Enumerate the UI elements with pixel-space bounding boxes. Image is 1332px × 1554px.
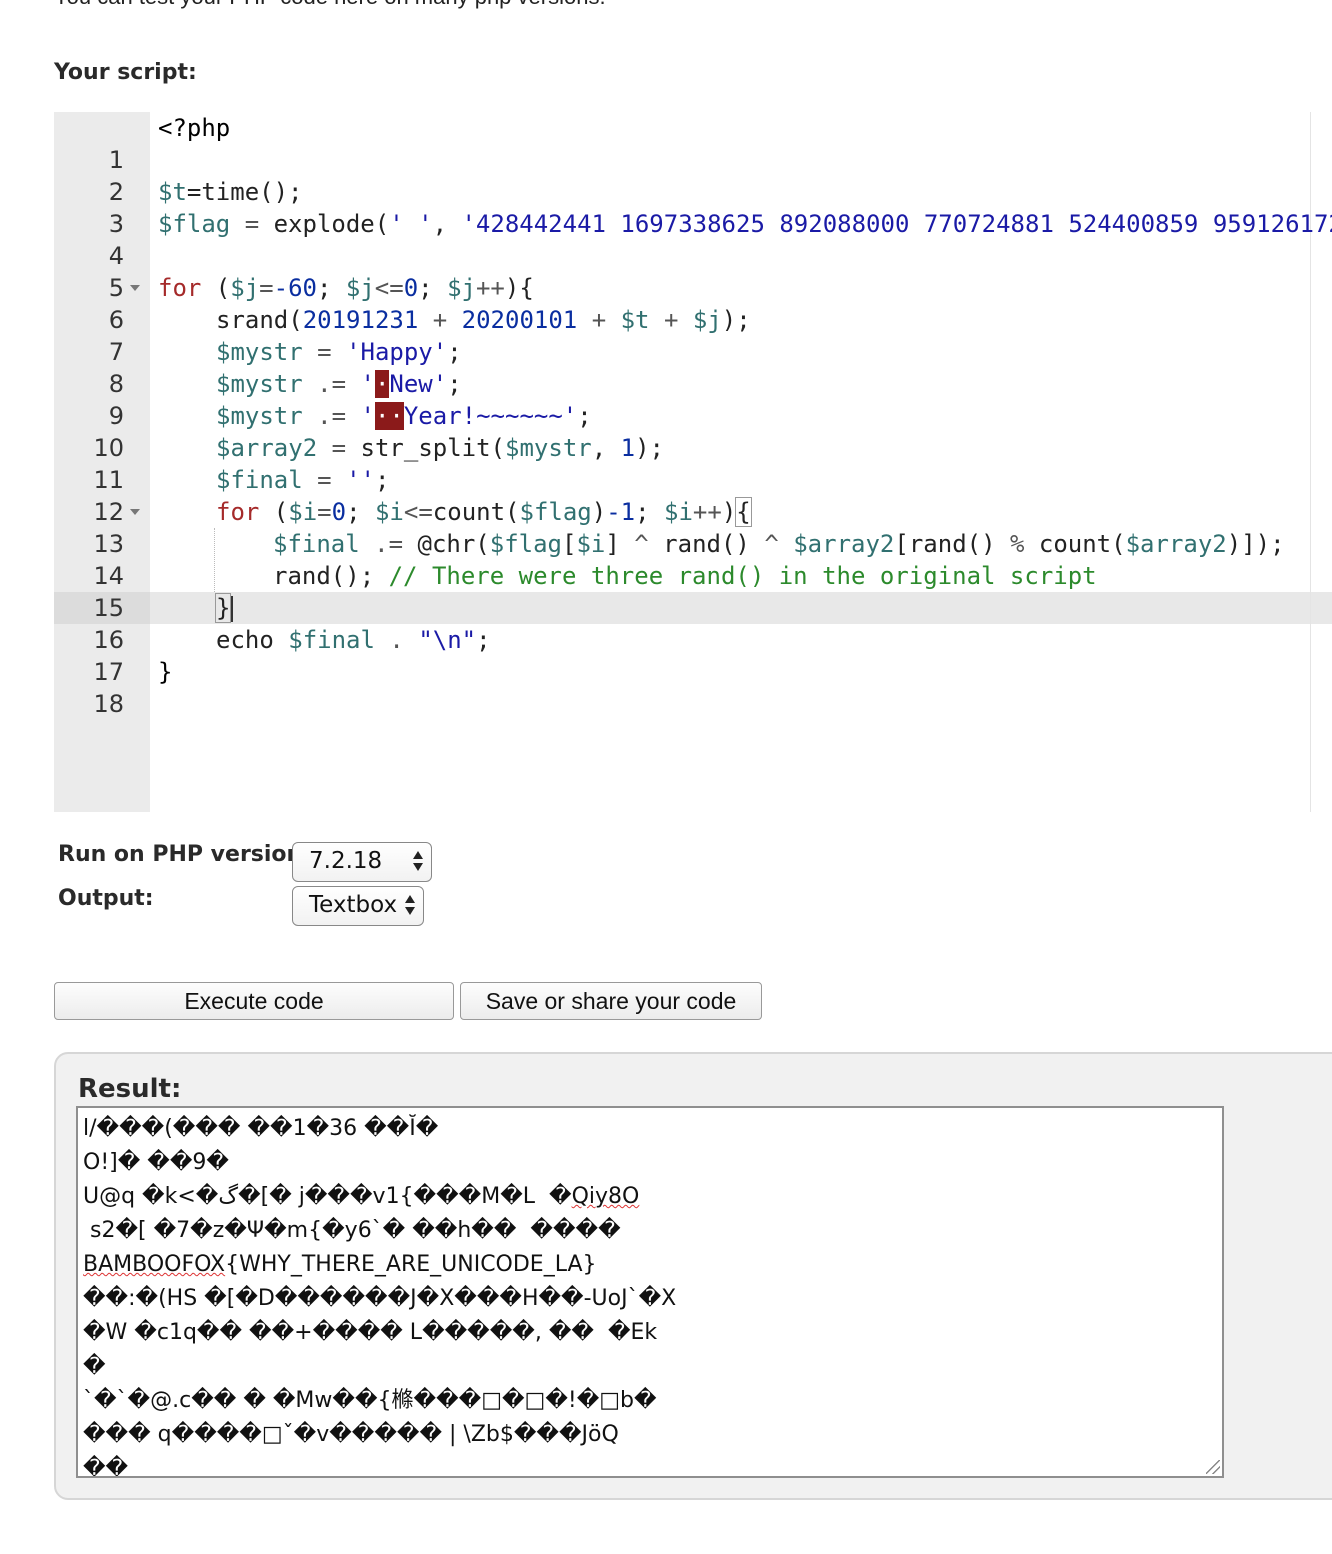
code-text: <?php	[158, 114, 231, 142]
code-line-10[interactable]: 10 $mystr .= '··Year!~~~~~~';	[54, 400, 1332, 462]
output-label: Output:	[58, 886, 154, 911]
output-select[interactable]: Textbox	[292, 886, 424, 926]
code-line-14[interactable]: 14 $final .= @chr($flag[$i] ^ rand() ^ $…	[54, 528, 1332, 590]
code-line-3[interactable]: 3 $t=time();	[54, 176, 1332, 238]
code-text: srand(20191231 + 20200101 + $t + $j);	[216, 306, 751, 334]
execute-code-button[interactable]: Execute code	[54, 982, 454, 1020]
script-label: Your script:	[54, 60, 197, 85]
code-line-1[interactable]: 1 <?php	[54, 112, 1332, 174]
code-line-18[interactable]: 18 }	[54, 656, 1332, 718]
matched-bracket: {	[735, 497, 752, 527]
code-text: $mystr .= '··Year!~~~~~~';	[216, 402, 592, 430]
resize-grip-icon[interactable]	[1206, 1460, 1220, 1474]
code-line-13[interactable]: 13 for ($i=0; $i<=count($flag)-1; $i++){	[54, 496, 1332, 558]
code-line-5[interactable]: 5	[54, 240, 1332, 302]
code-line-6[interactable]: 6 for ($j=-60; $j<=0; $j++){	[54, 272, 1332, 334]
code-text: for ($j=-60; $j<=0; $j++){	[158, 274, 534, 302]
code-line-15[interactable]: 15 rand(); // There were three rand() in…	[54, 560, 1332, 622]
code-text: for ($i=0; $i<=count($flag)-1; $i++){	[216, 497, 752, 527]
code-text: $t=time();	[158, 178, 303, 206]
save-share-button[interactable]: Save or share your code	[460, 982, 762, 1020]
result-line: �	[83, 1354, 106, 1379]
result-panel: Result: l/���(��� ��1�36 ��Ĭ� O!]� ��9� …	[54, 1052, 1332, 1500]
fold-arrow-icon[interactable]	[130, 285, 140, 291]
intro-text: You can test your PHP code here on many …	[54, 0, 606, 10]
result-line: �W �c1q�� ��+���� L�����, �� �Ek	[83, 1320, 658, 1345]
code-text: $final .= @chr($flag[$i] ^ rand() ^ $arr…	[273, 530, 1285, 558]
code-text: rand(); // There were three rand() in th…	[273, 562, 1097, 590]
code-editor[interactable]: 1 <?php 2 3 $t=time(); 4 $flag = explode…	[54, 112, 1332, 812]
code-line-11[interactable]: 11 $array2 = str_split($mystr, 1);	[54, 432, 1332, 494]
spellcheck-underline: BAMBOOFOX	[83, 1252, 226, 1277]
code-line-8[interactable]: 8 $mystr = 'Happy';	[54, 336, 1332, 398]
code-line-4[interactable]: 4 $flag = explode(' ', '428442441 169733…	[54, 208, 1332, 270]
select-arrows-icon	[405, 895, 415, 917]
result-line: l/���(��� ��1�36 ��Ĭ�	[83, 1116, 439, 1141]
code-text: }	[214, 592, 234, 624]
spellcheck-underline: Qiy8O	[571, 1184, 640, 1209]
invalid-char-marker: ·	[374, 370, 390, 398]
output-value: Textbox	[309, 892, 398, 918]
invalid-char-marker: ··	[374, 402, 404, 430]
result-textbox[interactable]: l/���(��� ��1�36 ��Ĭ� O!]� ��9� U@q �k<�…	[76, 1106, 1224, 1478]
result-line: `�`�@.c�� � �Mw��{樤���□�□�!�□b�	[83, 1388, 657, 1413]
result-line: O!]� ��9�	[83, 1150, 229, 1175]
result-line: ��:�(HS �[�D������J�X���H��-UoJ`�X	[83, 1286, 677, 1311]
fold-arrow-icon[interactable]	[130, 509, 140, 515]
code-line-12[interactable]: 12 $final = '';	[54, 464, 1332, 526]
code-line-17[interactable]: 17 echo $final . "\n";	[54, 624, 1332, 686]
php-version-label: Run on PHP version:	[58, 842, 311, 867]
code-line-16[interactable]: 16 }	[54, 592, 1332, 654]
select-arrows-icon	[413, 851, 423, 873]
php-version-select[interactable]: 7.2.18	[292, 842, 432, 882]
code-text: $mystr = 'Happy';	[216, 338, 462, 366]
code-line-9[interactable]: 9 $mystr .= '·New';	[54, 368, 1332, 430]
php-version-value: 7.2.18	[309, 848, 383, 874]
code-line-7[interactable]: 7 srand(20191231 + 20200101 + $t + $j);	[54, 304, 1332, 366]
result-line: ��	[83, 1456, 129, 1478]
result-line: BAMBOOFOX{WHY_THERE_ARE_UNICODE_LA}	[83, 1252, 597, 1277]
code-text: echo $final . "\n";	[216, 626, 491, 654]
code-text: }	[158, 658, 173, 686]
result-line: ��� q����□ˇ�v����� | \Zb$���JöQ	[83, 1422, 619, 1447]
matched-bracket: }	[214, 593, 232, 623]
result-line: s2�[ �7�z�Ψ�m{�y6`� ��h�� ����	[83, 1218, 621, 1243]
result-title: Result:	[78, 1074, 182, 1104]
code-text: $mystr .= '·New';	[216, 370, 462, 398]
code-text: $flag = explode(' ', '428442441 16973386…	[158, 210, 1332, 238]
line-number: 18	[93, 690, 124, 718]
result-line: U@q �k<�گ�[� j���v1{���M�L �Qiy8O	[83, 1184, 640, 1209]
code-text: $array2 = str_split($mystr, 1);	[216, 434, 664, 462]
code-comment: // There were three rand() in the origin…	[374, 562, 1097, 590]
text-cursor	[231, 596, 234, 622]
code-line-2[interactable]: 2	[54, 144, 1332, 206]
code-text: $final = '';	[216, 466, 390, 494]
